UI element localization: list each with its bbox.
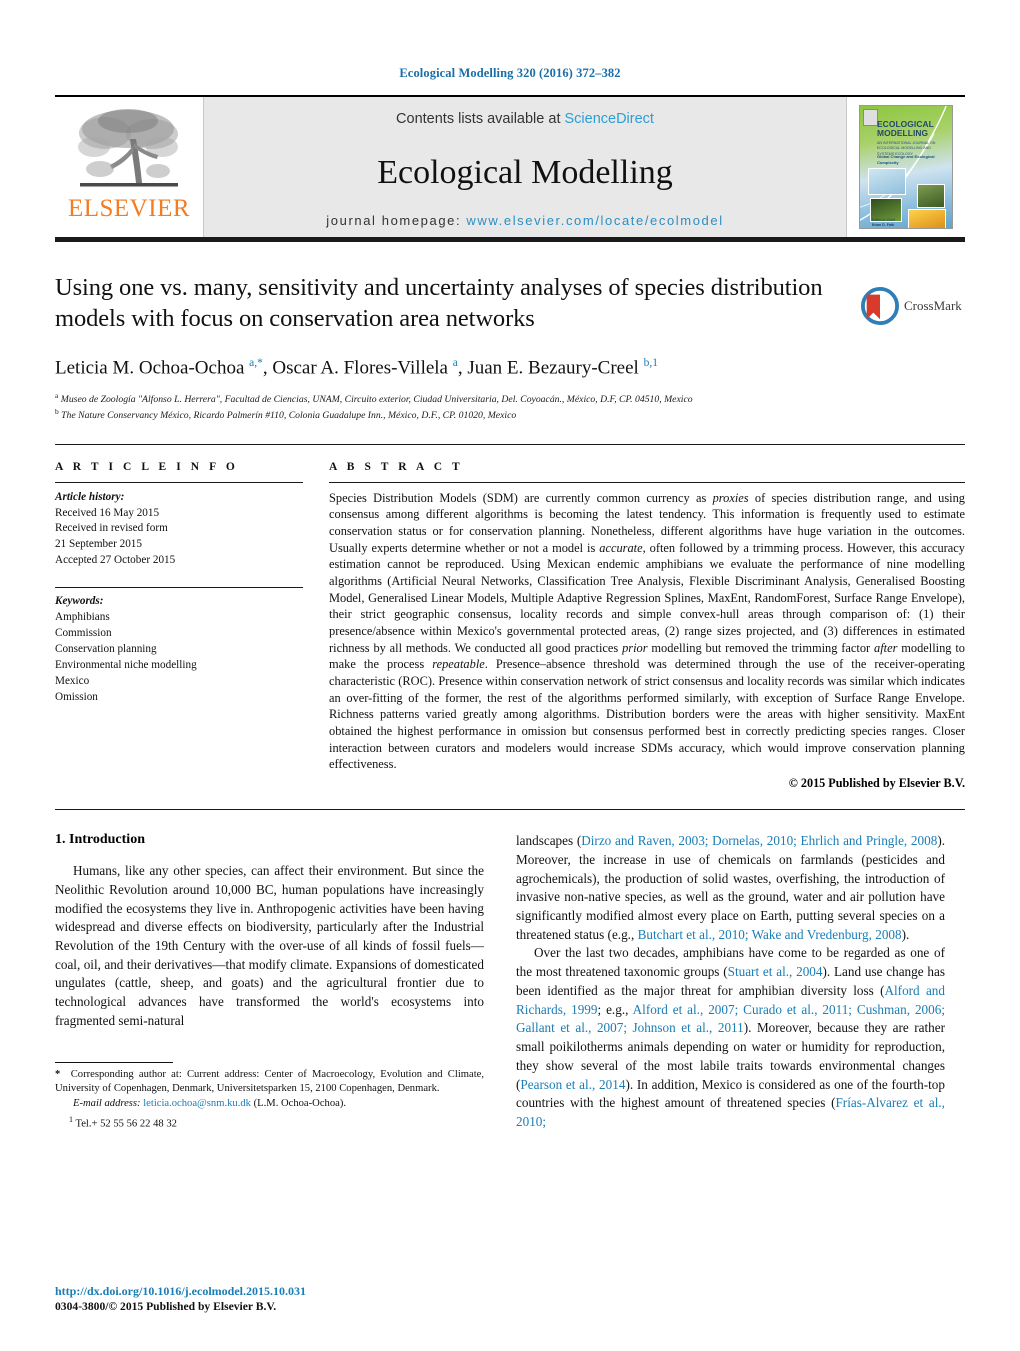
journal-masthead: ELSEVIER Contents lists available at Sci… (55, 95, 965, 237)
affiliation-a: a Museo de Zoología "Alfonso L. Herrera"… (55, 391, 693, 406)
abstract-heading: A B S T R A C T (329, 460, 464, 473)
sciencedirect-link[interactable]: ScienceDirect (565, 111, 654, 127)
keyword-item: Commission (55, 626, 112, 639)
cover-editor-name: Brian D. Fath (872, 223, 895, 228)
contents-lists-line: Contents lists available at ScienceDirec… (396, 111, 654, 127)
affiliation-a-text: Museo de Zoología "Alfonso L. Herrera", … (60, 394, 693, 406)
journal-homepage-line: journal homepage: www.elsevier.com/locat… (204, 213, 846, 237)
abstract-column: A B S T R A C T Species Distribution Mod… (329, 461, 965, 791)
intro-paragraph-1-right: landscapes (Dirzo and Raven, 2003; Dorne… (516, 833, 946, 942)
masthead-center-panel: Contents lists available at ScienceDirec… (203, 97, 847, 237)
corresponding-author-footnote: * Corresponding author at: Current addre… (55, 1068, 484, 1095)
cover-publisher-tag (863, 109, 878, 126)
history-item: Accepted 27 October 2015 (55, 554, 176, 567)
keyword-item: Environmental niche modelling (55, 658, 197, 671)
cover-editor-label: Editor-in-Chief (872, 218, 895, 222)
keywords-label: Keywords: (55, 595, 104, 608)
footnote-rule (55, 1061, 173, 1063)
abstract-text: Species Distribution Models (SDM) are cu… (329, 490, 965, 772)
affiliations: a Museo de Zoología "Alfonso L. Herrera"… (55, 391, 965, 424)
title-block: Using one vs. many, sensitivity and unce… (55, 272, 965, 424)
masthead-bottom-rule (55, 237, 965, 242)
crossmark-badge[interactable]: CrossMark (861, 278, 965, 334)
footnote-block: * Corresponding author at: Current addre… (55, 1061, 484, 1132)
journal-title: Ecological Modelling (377, 154, 673, 191)
journal-reference-line: Ecological Modelling 320 (2016) 372–382 (399, 66, 621, 80)
keywords-rule (55, 587, 303, 589)
doi-link[interactable]: http://dx.doi.org/10.1016/j.ecolmodel.20… (55, 1284, 485, 1299)
elsevier-wordmark: ELSEVIER (67, 195, 191, 222)
keyword-item: Conservation planning (55, 642, 157, 655)
cover-editor: Editor-in-Chief Brian D. Fath (872, 218, 895, 228)
keyword-item: Mexico (55, 674, 90, 687)
cover-title: ECOLOGICAL MODELLING (877, 119, 934, 139)
tel-marker: 1 (69, 1114, 73, 1124)
elsevier-logo: ELSEVIER (55, 97, 203, 237)
footer-doi-block: http://dx.doi.org/10.1016/j.ecolmodel.20… (55, 1284, 485, 1313)
tel-text: Tel.+ 52 55 56 22 48 32 (75, 1118, 177, 1130)
article-info-heading: A R T I C L E I N F O (55, 460, 239, 473)
affiliation-b: b The Nature Conservancy México, Ricardo… (55, 407, 517, 422)
author-list: Leticia M. Ochoa-Ochoa a,*, Oscar A. Flo… (55, 356, 658, 379)
email-link[interactable]: leticia.ochoa@snm.ku.dk (143, 1098, 251, 1109)
history-item: Received 16 May 2015 (55, 506, 160, 519)
abstract-copyright: © 2015 Published by Elsevier B.V. (788, 776, 965, 791)
info-abstract-row: A R T I C L E I N F O Article history: R… (55, 445, 965, 791)
abstract-bottom-rule (55, 809, 965, 811)
article-title: Using one vs. many, sensitivity and unce… (55, 274, 823, 333)
history-item: 21 September 2015 (55, 538, 142, 551)
article-history-block: Article history: Received 16 May 2015 Re… (55, 490, 303, 570)
cover-title-line2: MODELLING (877, 128, 929, 139)
keyword-item: Omission (55, 690, 98, 703)
crossmark-icon (861, 287, 899, 325)
body-columns: 1. Introduction Humans, like any other s… (55, 832, 965, 1132)
email-footnote: E-mail address: leticia.ochoa@snm.ku.dk … (55, 1097, 484, 1112)
journal-homepage-link[interactable]: www.elsevier.com/locate/ecolmodel (466, 213, 723, 228)
journal-cover-container: ECOLOGICAL MODELLING AN INTERNATIONAL JO… (847, 97, 965, 237)
intro-paragraph-2: Over the last two decades, amphibians ha… (516, 945, 945, 1130)
keyword-item: Amphibians (55, 611, 110, 624)
crossmark-label: CrossMark (904, 298, 962, 313)
introduction-heading: 1. Introduction (55, 832, 145, 848)
cover-section-title: Global Change and Ecological Complexity (877, 154, 935, 165)
article-info-column: A R T I C L E I N F O Article history: R… (55, 461, 303, 791)
paper-page: Ecological Modelling 320 (2016) 372–382 (0, 0, 1020, 1351)
telephone-footnote: 1 Tel.+ 52 55 56 22 48 32 (55, 1114, 484, 1132)
elsevier-tree-icon (78, 109, 178, 187)
keywords-block: Keywords: Amphibians Commission Conserva… (55, 587, 303, 705)
affiliation-b-text: The Nature Conservancy México, Ricardo P… (61, 410, 517, 422)
email-label: E-mail address: (73, 1098, 141, 1110)
intro-paragraph-1-left: Humans, like any other species, can affe… (55, 863, 484, 1028)
body-column-right: landscapes (Dirzo and Raven, 2003; Dorne… (516, 832, 945, 1132)
history-item: Received in revised form (55, 522, 168, 535)
email-suffix: (L.M. Ochoa-Ochoa). (253, 1098, 346, 1110)
body-column-left: 1. Introduction Humans, like any other s… (55, 832, 484, 1132)
cover-image-4 (908, 209, 946, 228)
cover-image-1 (868, 168, 906, 195)
contents-prefix: Contents lists available at (396, 111, 565, 127)
article-info-rule (55, 481, 303, 483)
abstract-rule (329, 481, 965, 483)
journal-cover-thumbnail: ECOLOGICAL MODELLING AN INTERNATIONAL JO… (859, 105, 953, 229)
cover-image-3 (917, 184, 945, 208)
article-history-label: Article history: (55, 490, 125, 503)
issn-copyright-line: 0304-3800/© 2015 Published by Elsevier B… (55, 1300, 277, 1313)
homepage-prefix: journal homepage: (326, 213, 467, 228)
